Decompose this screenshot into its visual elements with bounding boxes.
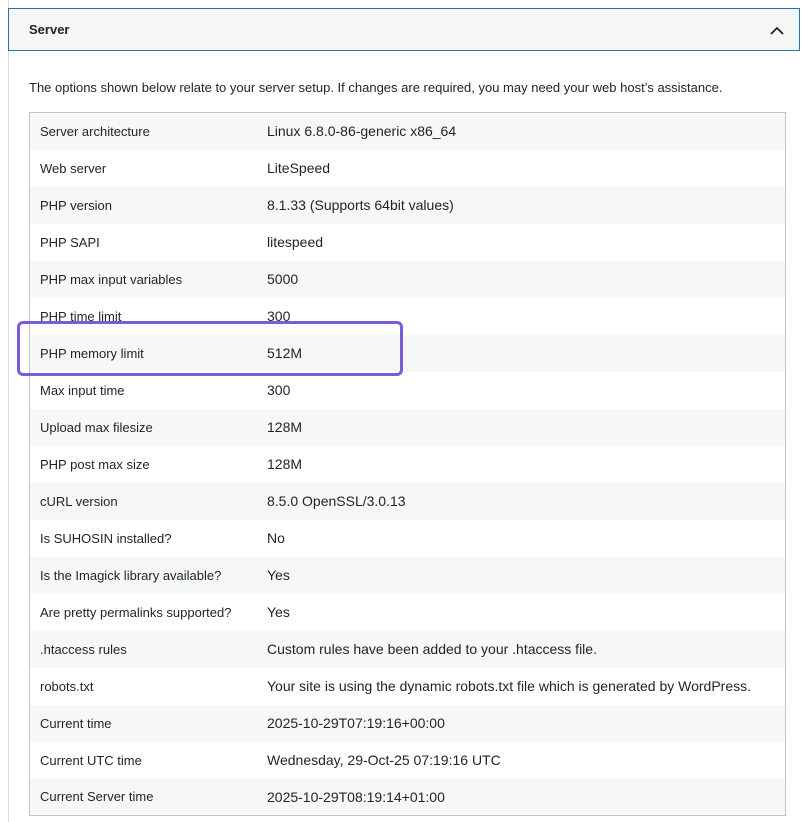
row-value: LiteSpeed: [267, 160, 331, 176]
row-label: Is the Imagick library available?: [40, 567, 222, 583]
table-row: cURL version 8.5.0 OpenSSL/3.0.13: [29, 482, 786, 520]
row-label: PHP post max size: [40, 456, 150, 472]
row-value: 5000: [267, 271, 299, 287]
row-label: Server architecture: [40, 123, 150, 139]
row-value: Custom rules have been added to your .ht…: [267, 641, 597, 657]
row-value: 300: [267, 382, 291, 398]
table-row: PHP max input variables 5000: [29, 260, 786, 298]
row-value: No: [267, 530, 285, 546]
row-label: Max input time: [40, 382, 125, 398]
row-label: PHP max input variables: [40, 271, 183, 287]
row-label: Current UTC time: [40, 752, 142, 768]
row-label: PHP time limit: [40, 308, 122, 324]
table-row: PHP version 8.1.33 (Supports 64bit values…: [29, 186, 786, 224]
row-value: 300: [267, 308, 291, 324]
table-row: Current UTC time Wednesday, 29-Oct-25 07:…: [29, 741, 786, 779]
section-title: Server: [29, 22, 70, 37]
row-value: 128M: [267, 456, 303, 472]
row-value: 2025-10-29T08:19:14+01:00: [267, 788, 445, 805]
table-row: robots.txt Your site is using the dynamic…: [29, 667, 786, 705]
row-value: Yes: [267, 567, 290, 583]
server-info-table: Server architecture Linux 6.8.0-86-generi…: [29, 112, 786, 816]
table-row: Is SUHOSIN installed? No: [29, 519, 786, 557]
row-value: 8.1.33 (Supports 64bit values): [267, 197, 454, 213]
row-label: Current time: [40, 715, 112, 731]
row-label: PHP SAPI: [40, 234, 100, 250]
row-value: 2025-10-29T07:19:16+00:00: [267, 715, 445, 731]
row-value: 128M: [267, 419, 303, 435]
row-value: 8.5.0 OpenSSL/3.0.13: [267, 493, 406, 509]
row-value: Your site is using the dynamic robots.tx…: [267, 678, 752, 694]
chevron-up-icon: [770, 26, 784, 35]
row-label: Are pretty permalinks supported?: [40, 604, 232, 620]
row-value: Yes: [267, 604, 290, 620]
row-label: Current Server time: [40, 789, 154, 805]
row-label: Is SUHOSIN installed?: [40, 530, 172, 546]
table-row: Are pretty permalinks supported? Yes: [29, 593, 786, 631]
table-row: PHP SAPI litespeed: [29, 223, 786, 261]
table-row: Web server LiteSpeed: [29, 149, 786, 187]
section-description: The options shown below relate to your s…: [29, 80, 723, 95]
row-label: PHP memory limit: [40, 345, 144, 361]
row-label: PHP version: [40, 197, 113, 213]
table-row: Current time 2025-10-29T07:19:16+00:00: [29, 704, 786, 742]
row-label: .htaccess rules: [40, 641, 127, 657]
table-row: Server architecture Linux 6.8.0-86-generi…: [29, 112, 786, 150]
row-label: Web server: [40, 160, 107, 176]
table-row: Current Server time 2025-10-29T08:19:14+0…: [29, 778, 786, 816]
row-label: Upload max filesize: [40, 419, 153, 435]
table-row: Max input time 300: [29, 371, 786, 409]
row-value: 512M: [267, 345, 303, 361]
table-row: PHP memory limit 512M: [29, 334, 786, 372]
table-row: PHP post max size 128M: [29, 445, 786, 483]
row-value: Linux 6.8.0-86-generic x86_64: [267, 123, 457, 140]
table-row: .htaccess rules Custom rules have been ad…: [29, 630, 786, 668]
row-value: Wednesday, 29-Oct-25 07:19:16 UTC: [267, 752, 501, 768]
server-section-toggle[interactable]: Server: [8, 8, 800, 51]
row-label: robots.txt: [40, 678, 94, 694]
table-row: PHP time limit 300: [29, 297, 786, 335]
row-value: litespeed: [267, 234, 324, 250]
table-row: Is the Imagick library available? Yes: [29, 556, 786, 594]
table-row: Upload max filesize 128M: [29, 408, 786, 446]
row-label: cURL version: [40, 493, 118, 509]
